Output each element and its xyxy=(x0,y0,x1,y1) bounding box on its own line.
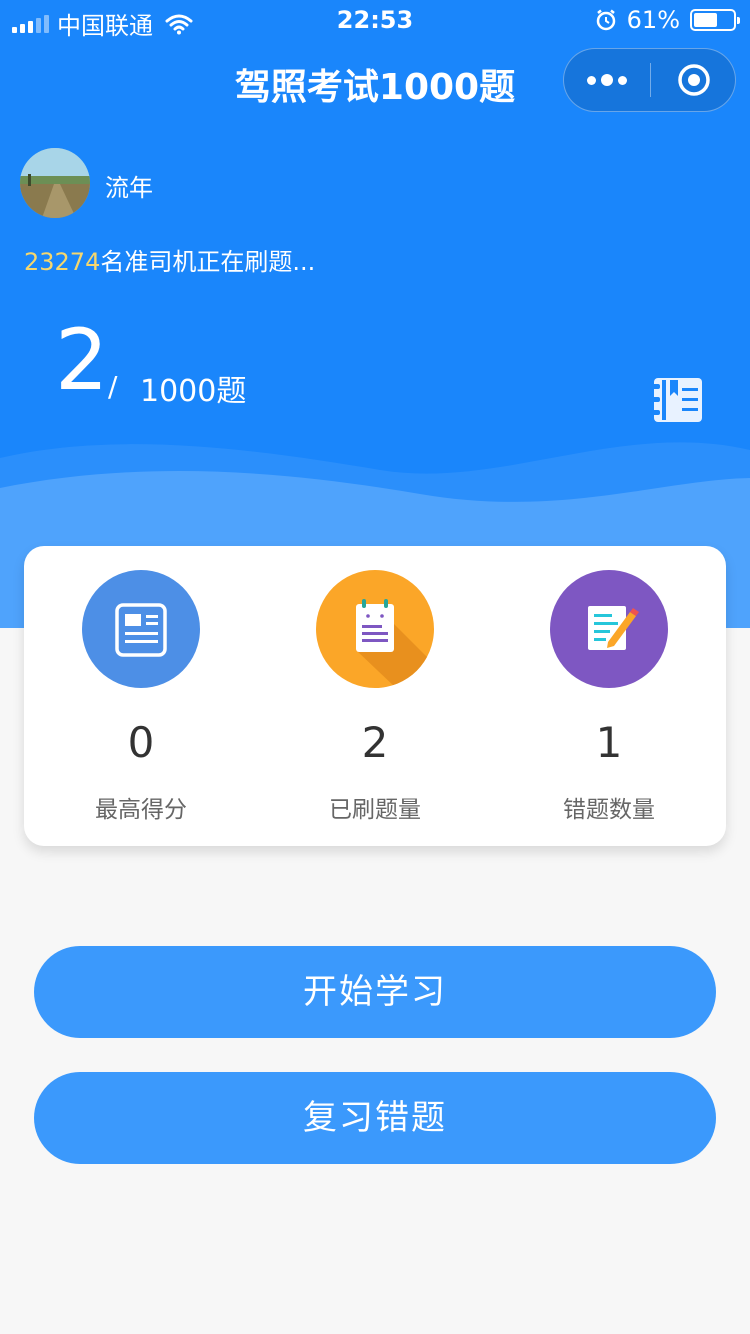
stat-label: 已刷题量 xyxy=(329,797,421,823)
progress-total: 1000题 xyxy=(140,374,247,409)
alarm-icon xyxy=(596,9,615,31)
more-dots-icon xyxy=(587,75,596,85)
close-button[interactable] xyxy=(651,49,737,111)
stat-label: 最高得分 xyxy=(95,797,187,823)
book-list-icon[interactable] xyxy=(652,376,704,424)
stats-card: 0 最高得分 2 已刷题量 1 错题数量 xyxy=(24,546,726,846)
stat-value: 1 xyxy=(595,718,623,767)
stat-best-score[interactable]: 0 最高得分 xyxy=(24,546,258,846)
score-card-icon xyxy=(82,570,200,688)
edit-note-icon xyxy=(550,570,668,688)
stat-done-count[interactable]: 2 已刷题量 xyxy=(258,546,492,846)
battery-percent: 61% xyxy=(626,6,680,34)
active-suffix: 名准司机正在刷题... xyxy=(100,248,316,276)
active-drivers-line: 23274名准司机正在刷题... xyxy=(24,242,315,277)
battery-icon xyxy=(690,9,740,31)
username: 流年 xyxy=(105,174,153,202)
status-bar: 中国联通 22:53 61% xyxy=(0,0,750,40)
stat-wrong-count[interactable]: 1 错题数量 xyxy=(492,546,726,846)
avatar[interactable] xyxy=(20,148,90,218)
stat-label: 错题数量 xyxy=(563,797,655,823)
stat-value: 2 xyxy=(361,718,389,767)
target-close-icon xyxy=(678,64,710,96)
stat-value: 0 xyxy=(127,718,155,767)
notepad-icon xyxy=(316,570,434,688)
progress-slash: / xyxy=(108,370,118,403)
progress-done: 2 xyxy=(55,311,109,409)
more-button[interactable] xyxy=(564,49,650,111)
active-count: 23274 xyxy=(24,248,101,276)
review-wrong-button[interactable]: 复习错题 xyxy=(34,1072,716,1164)
start-study-button[interactable]: 开始学习 xyxy=(34,946,716,1038)
mini-program-capsule xyxy=(563,48,736,112)
